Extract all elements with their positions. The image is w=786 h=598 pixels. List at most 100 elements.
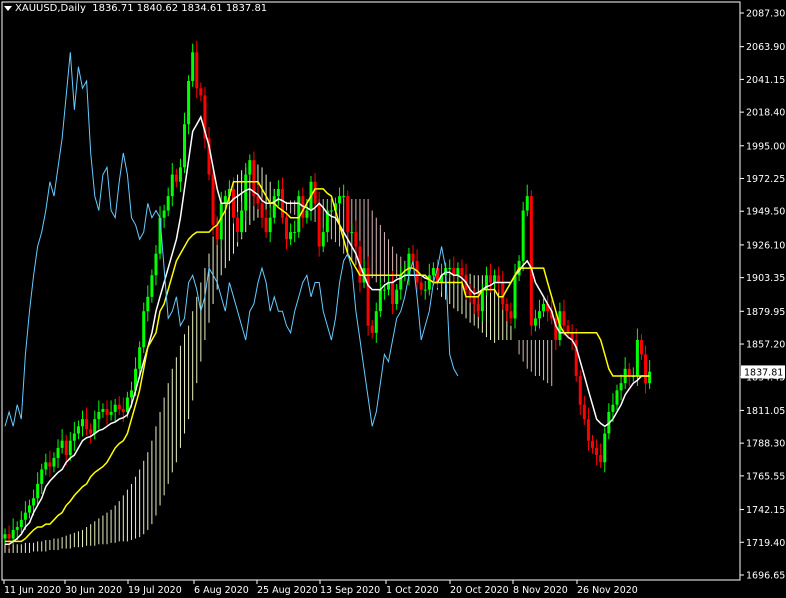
x-tick-label: 8 Nov 2020 (513, 585, 568, 596)
candle-body (599, 455, 603, 463)
candle-body (501, 282, 505, 305)
candle-body (456, 268, 460, 276)
y-tick-label: 1811.05 (746, 406, 785, 417)
y-tick-label: 1719.40 (746, 538, 785, 549)
candle-body (117, 404, 121, 410)
candle-body (370, 325, 374, 333)
x-tick-label: 11 Jun 2020 (4, 585, 61, 596)
candle-body (293, 232, 297, 234)
candle-body (493, 275, 497, 283)
candle-body (427, 275, 431, 290)
y-tick-label: 2087.30 (746, 9, 785, 20)
candle-body (52, 457, 56, 467)
candle-body (231, 188, 235, 218)
y-tick-label: 1949.50 (746, 207, 785, 218)
candle-body (644, 354, 648, 384)
candle-body (81, 419, 85, 427)
candle-body (411, 253, 415, 261)
candle-body (472, 296, 476, 305)
candle-body (60, 440, 64, 448)
candle-body (19, 519, 23, 528)
candle-body (121, 409, 125, 412)
x-tick-label: 1 Oct 2020 (386, 585, 439, 596)
candle-body (635, 340, 639, 376)
candle-body (648, 371, 652, 384)
candle-body (191, 52, 195, 82)
candle-body (11, 529, 15, 539)
candle-body (342, 196, 346, 198)
candle-body (382, 289, 386, 291)
candle-body (170, 174, 174, 197)
candle-body (76, 426, 80, 434)
candle-body (162, 210, 166, 218)
candle-body (183, 124, 187, 168)
candle-body (603, 433, 607, 463)
candle-body (48, 462, 52, 467)
candle-body (366, 268, 370, 326)
x-tick-label: 30 Jun 2020 (65, 585, 122, 596)
candle-body (615, 390, 619, 405)
candle-body (166, 196, 170, 211)
candle-body (32, 498, 36, 506)
candle-body (44, 462, 48, 470)
candle-body (27, 505, 31, 513)
candle-body (611, 404, 615, 412)
y-tick-label: 2018.40 (746, 108, 785, 119)
candle-body (40, 469, 44, 484)
candle-body (3, 534, 7, 539)
candle-body (85, 419, 89, 430)
y-tick-label: 2063.90 (746, 42, 785, 53)
y-tick-label: 1926.10 (746, 240, 785, 251)
candle-body (578, 375, 582, 405)
candle-body (174, 174, 178, 182)
y-tick-label: 1788.30 (746, 439, 785, 450)
candle-body (105, 409, 109, 415)
dropdown-triangle-icon[interactable] (4, 5, 12, 11)
y-tick-label: 1995.00 (746, 141, 785, 152)
candle-body (317, 203, 321, 247)
candle-body (305, 210, 309, 218)
candle-body (68, 440, 72, 456)
candle-body (276, 188, 280, 197)
candle-body (150, 275, 154, 297)
candle-body (236, 217, 240, 233)
candle-body (125, 397, 129, 412)
candle-body (264, 217, 268, 233)
last-price-label: 1837.81 (744, 367, 783, 378)
candle-body (509, 311, 513, 319)
candle-body (211, 174, 215, 225)
candle-body (285, 217, 289, 240)
candle-body (529, 196, 533, 326)
y-tick-label: 1765.55 (746, 471, 785, 482)
candle-body (113, 404, 117, 412)
candle-body (321, 232, 325, 247)
chart-symbol: XAUUSD,Daily (15, 3, 86, 14)
y-tick-label: 1972.25 (746, 174, 785, 185)
chart-ohlc: 1836.71 1840.62 1834.61 1837.81 (92, 3, 268, 14)
candle-body (223, 196, 227, 204)
candle-body (586, 419, 590, 441)
candle-body (513, 275, 517, 319)
candle-body (562, 311, 566, 326)
candle-body (187, 81, 191, 125)
chart-header: XAUUSD,Daily 1836.71 1840.62 1834.61 183… (4, 3, 267, 14)
x-tick-label: 13 Sep 2020 (320, 585, 380, 596)
candle-body (374, 311, 378, 333)
candle-body (354, 232, 358, 247)
candle-body (93, 419, 97, 434)
candle-body (419, 282, 423, 290)
y-tick-label: 1696.65 (746, 571, 785, 582)
chart-canvas[interactable]: 2087.30 2063.90 2041.15 2018.40 1995.00 1972.… (0, 0, 786, 598)
candle-body (64, 440, 68, 456)
candle-body (350, 232, 354, 234)
candle-body (199, 88, 203, 96)
candle-body (142, 311, 146, 348)
candle-body (542, 304, 546, 312)
x-tick-label: 6 Aug 2020 (194, 585, 249, 596)
candle-body (378, 289, 382, 312)
candle-body (89, 429, 93, 434)
candle-body (346, 196, 350, 233)
candle-body (7, 534, 11, 539)
candle-body (639, 340, 643, 355)
y-tick-label: 1742.15 (746, 505, 785, 516)
